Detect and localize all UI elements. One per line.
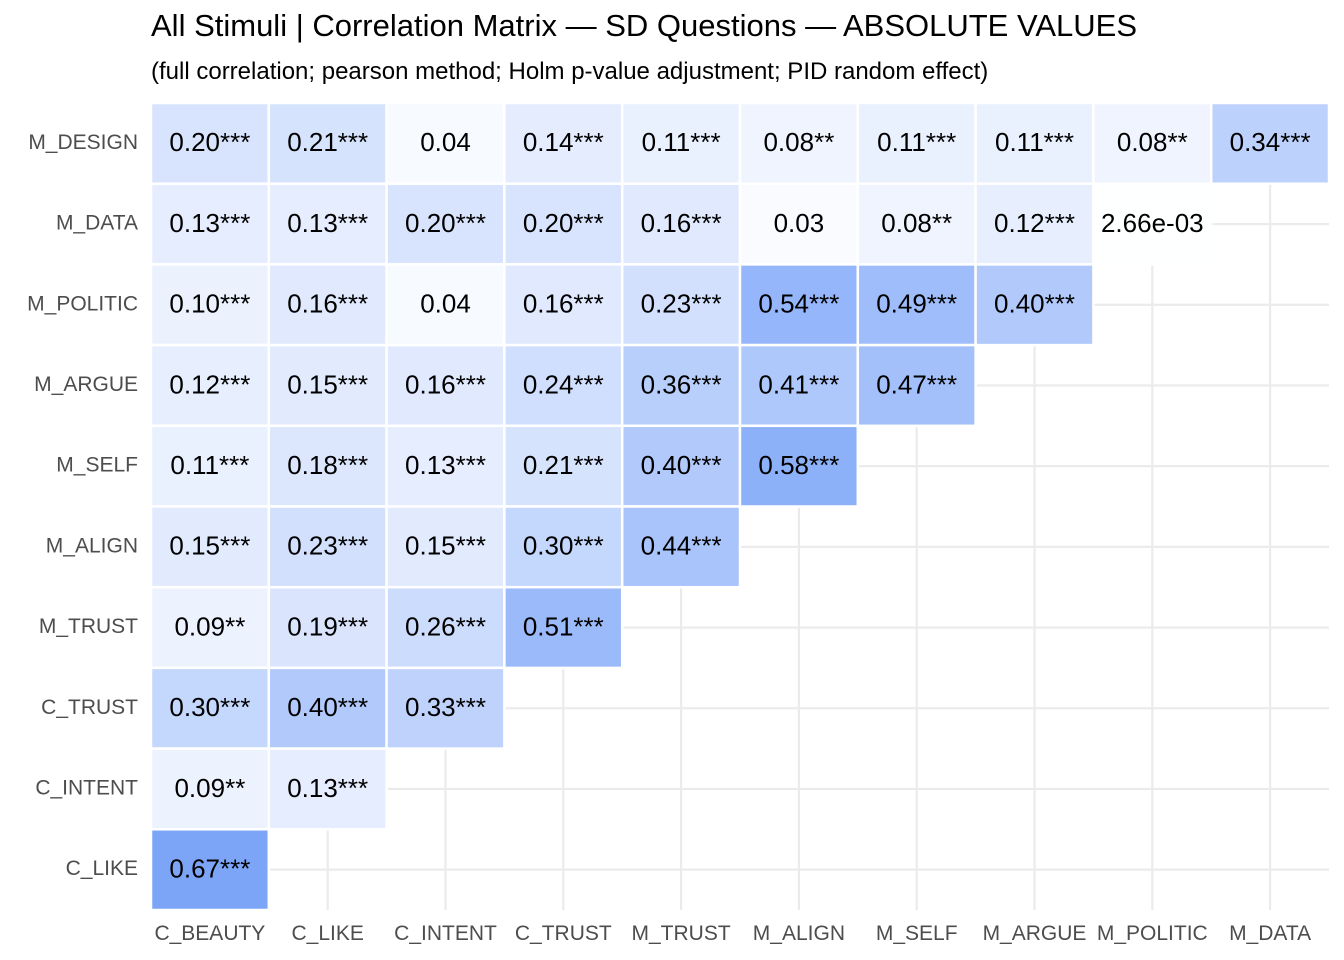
x-tick-label: M_POLITIC: [1097, 922, 1208, 945]
cell-label: 0.16***: [523, 289, 604, 319]
cell-label: 0.11***: [642, 127, 721, 157]
cell-label: 0.44***: [641, 531, 722, 561]
y-tick-label: C_LIKE: [66, 857, 138, 880]
y-tick-label: M_ALIGN: [46, 534, 138, 557]
cell-label: 0.21***: [523, 450, 604, 480]
cell-label: 0.47***: [876, 369, 957, 399]
cell-label: 0.21***: [287, 127, 368, 157]
y-tick-label: M_DESIGN: [28, 131, 138, 154]
cell-label: 0.04: [420, 289, 471, 319]
cell-label: 0.14***: [523, 127, 604, 157]
cell-label: 0.13***: [405, 450, 486, 480]
cell-label: 0.12***: [994, 208, 1075, 238]
cell-label: 0.51***: [523, 611, 604, 641]
cell-label: 0.24***: [523, 369, 604, 399]
cell-label: 0.20***: [169, 127, 250, 157]
y-tick-label: M_TRUST: [39, 615, 138, 638]
x-tick-label: C_TRUST: [515, 922, 612, 945]
cell-label: 0.09**: [174, 773, 245, 803]
cell-label: 0.30***: [523, 531, 604, 561]
cell-label: 0.26***: [405, 611, 486, 641]
cell-label: 0.15***: [405, 531, 486, 561]
cell-label: 0.03: [774, 208, 825, 238]
cell-label: 2.66e-03: [1101, 208, 1204, 238]
cell-label: 0.11***: [170, 450, 249, 480]
y-tick-label: M_SELF: [56, 454, 138, 477]
y-tick-label: M_DATA: [56, 212, 138, 235]
cell-label: 0.09**: [174, 611, 245, 641]
cell-label: 0.40***: [287, 692, 368, 722]
cell-label: 0.16***: [641, 208, 722, 238]
cell-label: 0.13***: [169, 208, 250, 238]
cell-label: 0.23***: [641, 289, 722, 319]
cell-label: 0.54***: [758, 289, 839, 319]
cell-label: 0.08**: [1117, 127, 1188, 157]
x-tick-label: M_TRUST: [632, 922, 731, 945]
x-tick-label: M_ALIGN: [753, 922, 845, 945]
cell-label: 0.23***: [287, 531, 368, 561]
cell-label: 0.15***: [169, 531, 250, 561]
cell-label: 0.12***: [169, 369, 250, 399]
cell-label: 0.11***: [995, 127, 1074, 157]
cell-label: 0.19***: [287, 611, 368, 641]
cell-label: 0.33***: [405, 692, 486, 722]
y-tick-label: M_ARGUE: [34, 373, 138, 396]
cell-label: 0.13***: [287, 208, 368, 238]
x-tick-label: M_SELF: [876, 922, 958, 945]
cell-label: 0.13***: [287, 773, 368, 803]
x-tick-label: C_INTENT: [394, 922, 497, 945]
y-tick-label: C_INTENT: [35, 776, 138, 799]
cell-label: 0.30***: [169, 692, 250, 722]
x-tick-label: C_BEAUTY: [154, 922, 265, 945]
cell-label: 0.34***: [1230, 127, 1311, 157]
correlation-heatmap: 0.20*** 0.21*** 0.04 0.14*** 0.11*** 0.08** 0.…: [27, 101, 1331, 945]
cell-label: 0.18***: [287, 450, 368, 480]
cell-label: 0.58***: [758, 450, 839, 480]
cell-label: 0.67***: [169, 854, 250, 884]
x-tick-label: M_ARGUE: [983, 922, 1087, 945]
cell-label: 0.08**: [763, 127, 834, 157]
cell-label: 0.20***: [523, 208, 604, 238]
cell-label: 0.10***: [169, 289, 250, 319]
cell-label: 0.41***: [758, 369, 839, 399]
cell-label: 0.40***: [994, 289, 1075, 319]
cell-label: 0.11***: [877, 127, 956, 157]
y-tick-label: C_TRUST: [41, 696, 138, 719]
cell-label: 0.16***: [287, 289, 368, 319]
cell-label: 0.40***: [641, 450, 722, 480]
cell-label: 0.15***: [287, 369, 368, 399]
cell-label: 0.04: [420, 127, 471, 157]
cell-label: 0.16***: [405, 369, 486, 399]
cell-label: 0.36***: [641, 369, 722, 399]
y-tick-label: M_POLITIC: [27, 292, 138, 315]
x-tick-label: M_DATA: [1229, 922, 1311, 945]
cell-label: 0.20***: [405, 208, 486, 238]
cell-label: 0.08**: [881, 208, 952, 238]
x-tick-label: C_LIKE: [292, 922, 364, 945]
cell-label: 0.49***: [876, 289, 957, 319]
